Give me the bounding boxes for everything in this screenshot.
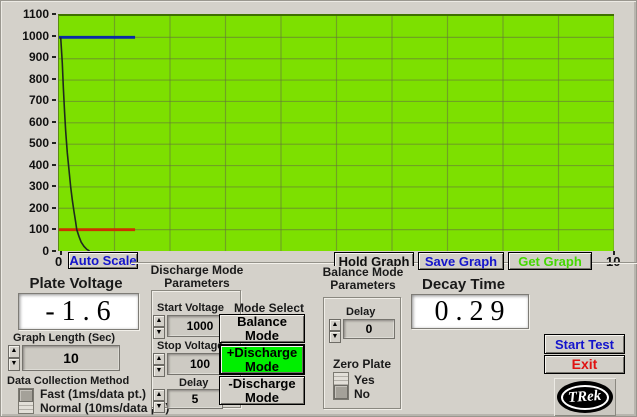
balance-parameters-title: Balance Mode Parameters <box>311 266 415 292</box>
discharge-delay-label: Delay <box>179 377 208 389</box>
balance-mode-button[interactable]: Balance Mode <box>219 314 305 343</box>
discharge-minus-mode-button[interactable]: -Discharge Mode <box>219 376 305 405</box>
balance-delay-value[interactable]: 0 <box>343 319 395 339</box>
mode-select-label: Mode Select <box>234 301 304 315</box>
y-axis-tick <box>52 35 56 37</box>
decay-time-display: 0.29 <box>411 294 529 329</box>
auto-scale-button[interactable]: Auto Scale <box>68 252 138 269</box>
save-graph-button[interactable]: Save Graph <box>418 252 504 270</box>
discharge-plus-mode-button[interactable]: +Discharge Mode <box>219 344 305 375</box>
discharge-delay-stepper[interactable]: ▲ ▼ 5 <box>153 389 223 409</box>
y-axis-tick-label: 300 <box>1 179 49 193</box>
mode-select-buttons: Balance Mode +Discharge Mode -Discharge … <box>219 314 305 406</box>
y-axis-tick <box>52 164 56 166</box>
y-axis-tick <box>52 228 56 230</box>
balance-delay-stepper[interactable]: ▲ ▼ 0 <box>329 319 395 339</box>
data-collection-label: Data Collection Method <box>7 375 129 387</box>
plate-voltage-display: -1.6 <box>18 293 139 330</box>
spin-down-icon[interactable]: ▼ <box>153 401 165 413</box>
data-collection-option-fast[interactable]: Fast (1ms/data pt.) <box>40 387 146 401</box>
graph-length-stepper[interactable]: ▲ ▼ 10 <box>8 345 120 371</box>
graph-length-label: Graph Length (Sec) <box>13 332 115 344</box>
data-collection-switch[interactable] <box>18 388 34 414</box>
y-axis-tick-label: 100 <box>1 222 49 236</box>
y-axis-tick-label: 700 <box>1 93 49 107</box>
trek-logo-text: TRek <box>568 387 602 406</box>
y-axis-tick <box>52 185 56 187</box>
y-axis-tick <box>52 99 56 101</box>
switch-track <box>19 402 33 413</box>
start-test-button[interactable]: Start Test <box>544 334 625 354</box>
switch-track <box>334 373 348 385</box>
graph-plot-area[interactable] <box>58 14 614 251</box>
y-axis-tick-label: 800 <box>1 72 49 86</box>
y-axis-tick <box>52 121 56 123</box>
spin-down-icon[interactable]: ▼ <box>153 365 165 377</box>
trek-logo-ring: TRek <box>561 385 609 410</box>
spin-up-icon[interactable]: ▲ <box>329 319 341 331</box>
zero-plate-switch[interactable] <box>333 372 349 400</box>
stop-voltage-label: Stop Voltage <box>157 340 223 352</box>
start-voltage-label: Start Voltage <box>157 302 224 314</box>
instrument-panel: 110010009008007006005004003002001000 0 1… <box>0 0 637 417</box>
y-axis-tick-label: 600 <box>1 115 49 129</box>
y-axis-tick-label: 1100 <box>1 7 49 21</box>
zero-plate-option-yes[interactable]: Yes <box>354 373 375 387</box>
balance-delay-label: Delay <box>346 306 375 318</box>
spin-down-icon[interactable]: ▼ <box>329 331 341 343</box>
decay-time-label: Decay Time <box>422 276 505 293</box>
y-axis-tick <box>52 78 56 80</box>
spin-down-icon[interactable]: ▼ <box>8 358 20 371</box>
spin-down-icon[interactable]: ▼ <box>153 327 165 339</box>
y-axis-tick <box>52 142 56 144</box>
zero-plate-option-no[interactable]: No <box>354 387 370 401</box>
spin-up-icon[interactable]: ▲ <box>153 389 165 401</box>
spin-up-icon[interactable]: ▲ <box>153 353 165 365</box>
spin-up-icon[interactable]: ▲ <box>8 345 20 358</box>
y-axis-tick <box>52 207 56 209</box>
zero-plate-label: Zero Plate <box>333 357 391 371</box>
y-axis-tick <box>52 250 56 252</box>
y-axis-tick <box>52 13 56 15</box>
y-axis-tick-label: 500 <box>1 136 49 150</box>
switch-handle[interactable] <box>19 389 33 402</box>
trek-logo-ellipse: TRek <box>557 381 613 413</box>
switch-handle[interactable] <box>334 385 348 399</box>
exit-button[interactable]: Exit <box>544 355 625 374</box>
graph-length-value[interactable]: 10 <box>22 345 120 371</box>
data-collection-option-normal[interactable]: Normal (10ms/data pt.) <box>40 401 169 415</box>
y-axis-tick-label: 1000 <box>1 29 49 43</box>
y-axis-tick <box>52 56 56 58</box>
discharge-delay-value[interactable]: 5 <box>167 389 223 409</box>
y-axis-tick-label: 200 <box>1 201 49 215</box>
y-axis-tick-label: 900 <box>1 50 49 64</box>
spin-up-icon[interactable]: ▲ <box>153 315 165 327</box>
get-graph-button[interactable]: Get Graph <box>508 252 592 270</box>
x-axis-label-min: 0 <box>55 254 62 269</box>
y-axis-tick-label: 400 <box>1 158 49 172</box>
trek-logo: TRek <box>554 378 616 416</box>
y-axis-tick-label: 0 <box>1 244 49 258</box>
discharge-parameters-title: Discharge Mode Parameters <box>141 264 253 290</box>
plate-voltage-label: Plate Voltage <box>11 275 141 292</box>
